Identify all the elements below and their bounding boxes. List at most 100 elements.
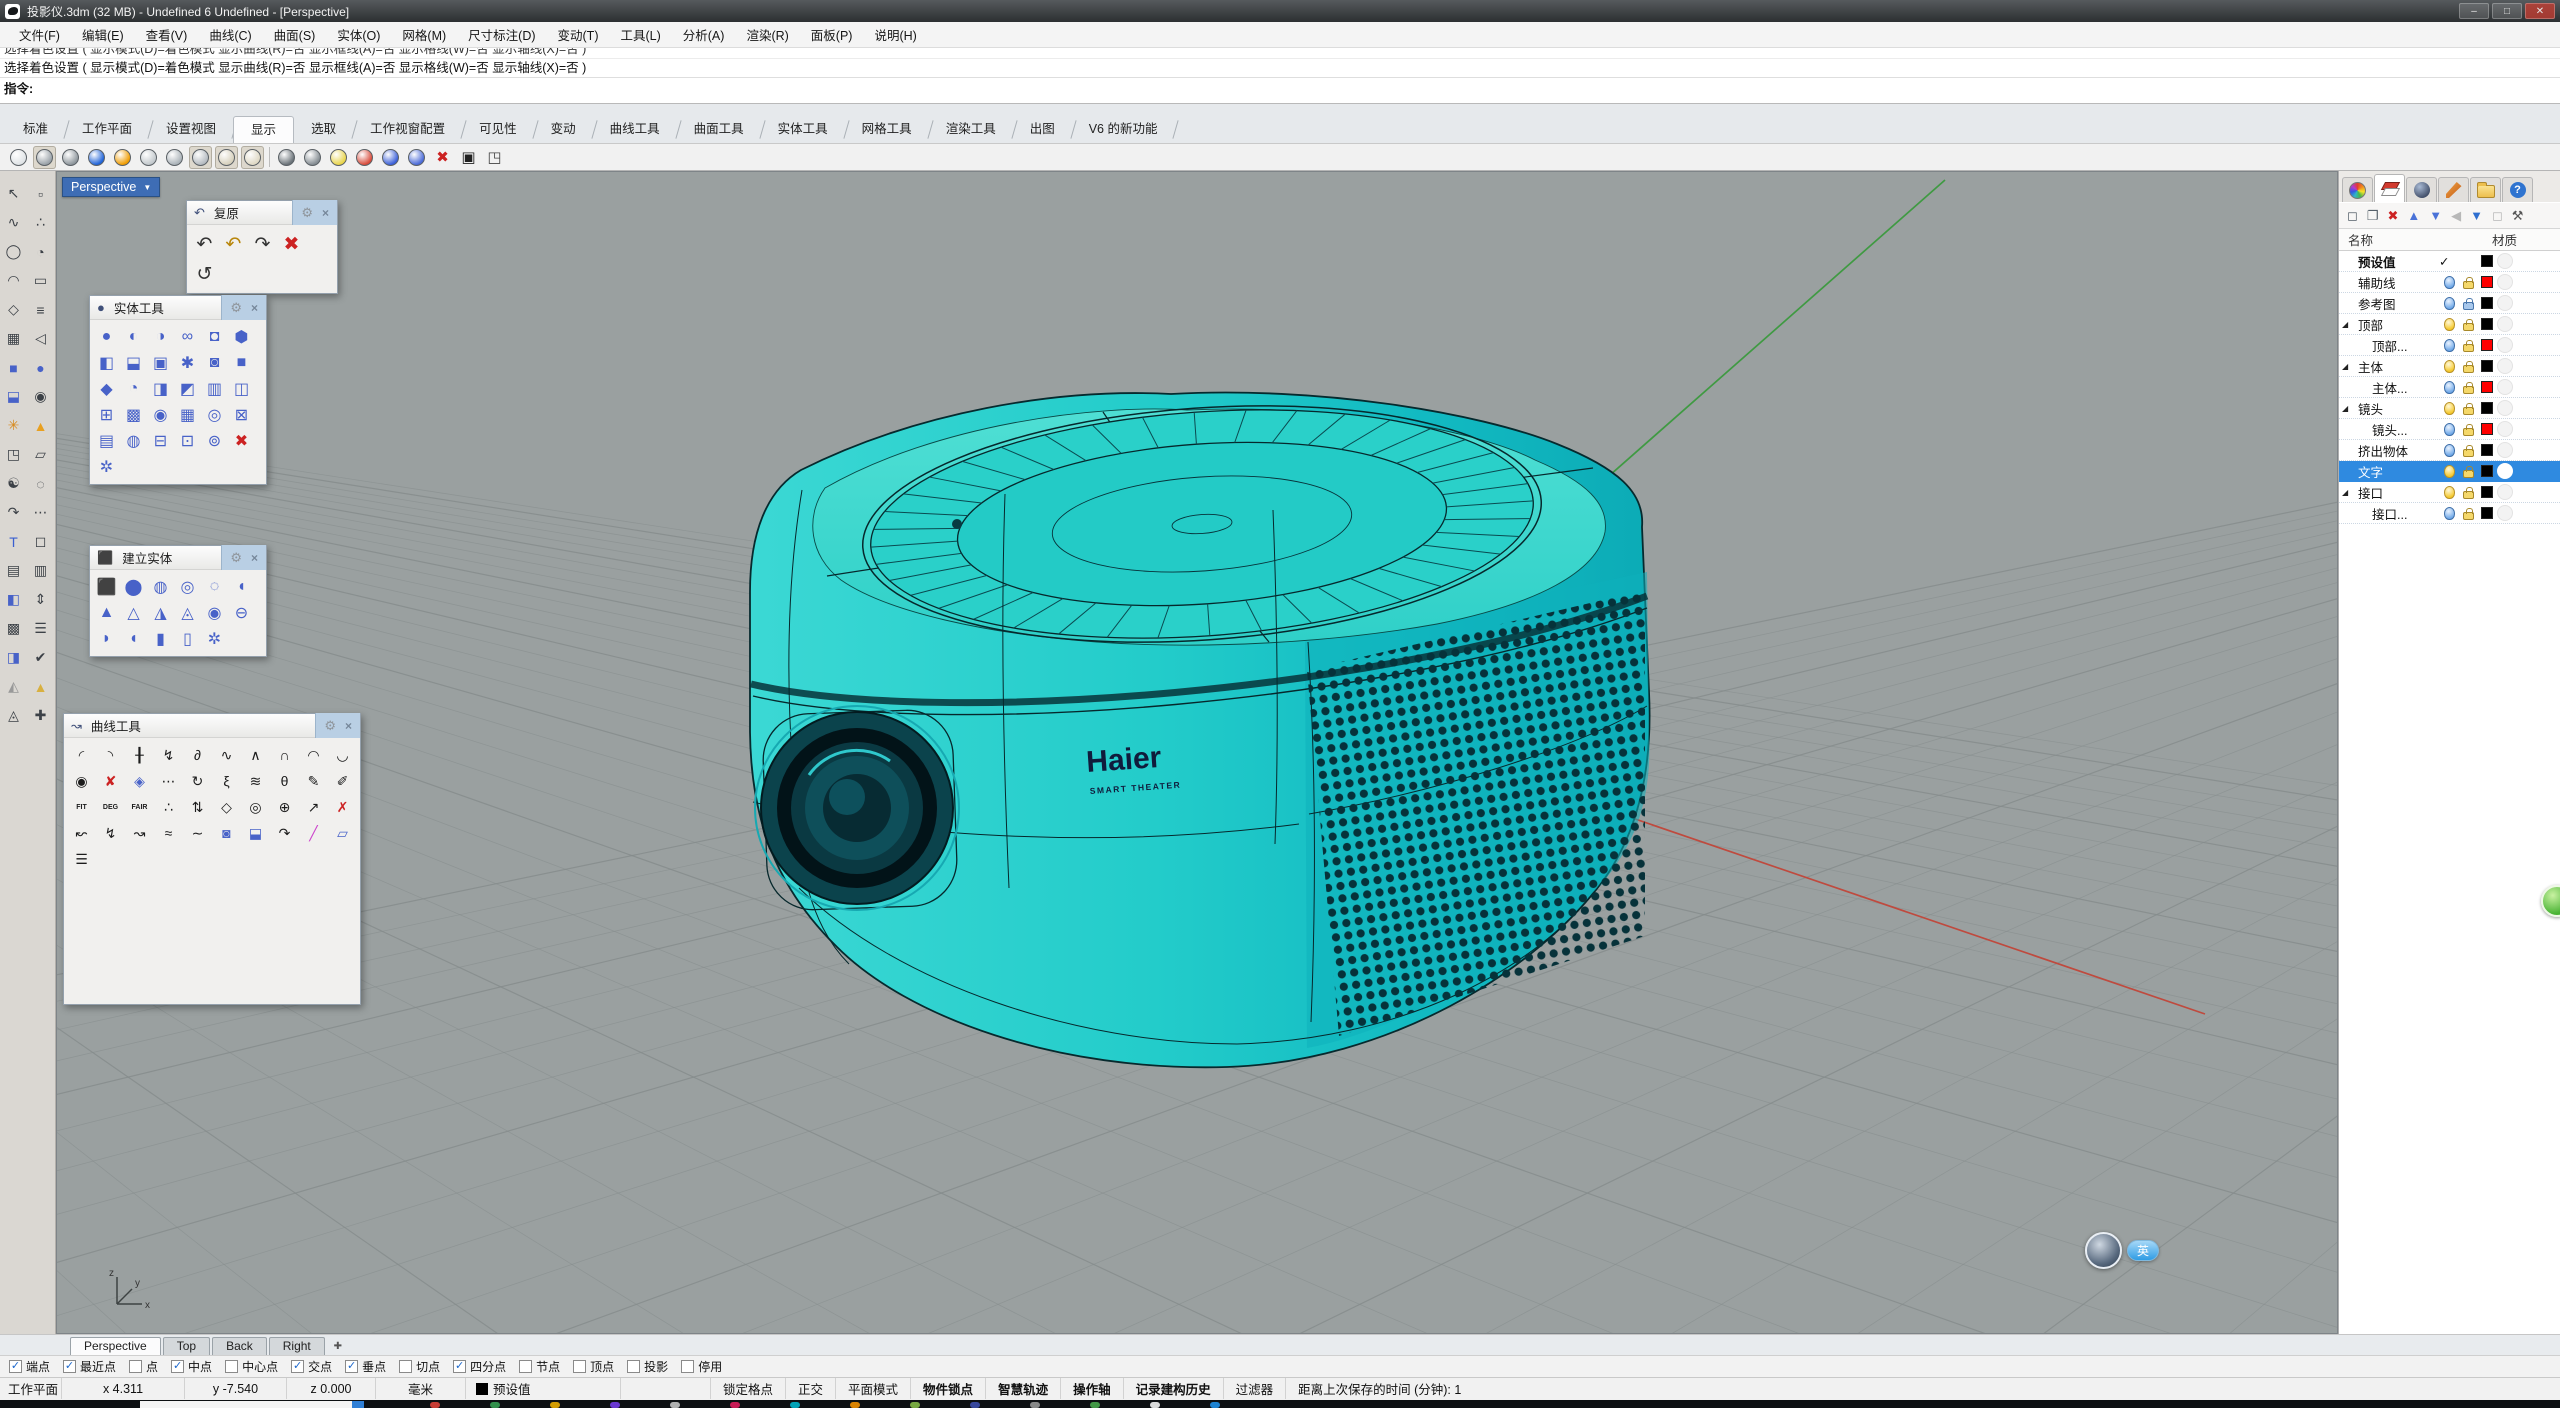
create-solid-icon[interactable]: ◖ xyxy=(120,626,147,652)
panel-tab[interactable] xyxy=(2342,177,2373,202)
display-mode-icon[interactable] xyxy=(33,146,56,169)
menu-item[interactable]: 曲面(S) xyxy=(263,25,327,44)
create-solid-icon[interactable]: ✲ xyxy=(201,626,228,652)
gear-icon[interactable]: ⚙ xyxy=(324,718,336,734)
minimize-button[interactable]: – xyxy=(2459,3,2489,19)
create-solid-icon[interactable]: ◉ xyxy=(201,600,228,626)
tool-icon[interactable]: ◠ xyxy=(0,266,27,295)
layer-toolbar-icon[interactable]: ❐ xyxy=(2367,209,2379,222)
osnap-checkbox[interactable]: ✓ xyxy=(63,1360,76,1373)
curve-tool-icon[interactable]: ◈ xyxy=(125,768,154,794)
panel-tab[interactable] xyxy=(2470,177,2501,202)
tool-icon[interactable]: ▲ xyxy=(27,672,54,701)
toolbar-tab[interactable]: 变动 xyxy=(534,116,593,143)
layer-lock-icon[interactable] xyxy=(2463,323,2474,331)
menu-item[interactable]: 工具(L) xyxy=(609,25,671,44)
solid-tool-icon[interactable]: ◑ xyxy=(147,324,174,350)
create-solids-titlebar[interactable]: ⬛ 建立实体 ⚙× xyxy=(90,546,266,570)
solid-tool-icon[interactable]: ⊠ xyxy=(228,402,255,428)
osnap-checkbox[interactable]: ✓ xyxy=(681,1360,694,1373)
display-mode-icon[interactable] xyxy=(353,146,376,169)
layer-material-circle[interactable] xyxy=(2497,505,2513,521)
layer-row[interactable]: ◢ 主体... ✓ xyxy=(2339,377,2560,398)
layer-row[interactable]: ◢ 挤出物体 ✓ xyxy=(2339,440,2560,461)
toolbar-tab[interactable]: 实体工具 xyxy=(761,116,845,143)
osnap-option[interactable]: ✓ 投影 xyxy=(627,1358,668,1375)
display-mode-icon[interactable] xyxy=(405,146,428,169)
toolbar-tab[interactable]: 曲面工具 xyxy=(677,116,761,143)
curve-tool-icon[interactable]: ◜ xyxy=(67,742,96,768)
layer-visibility-bulb-icon[interactable] xyxy=(2444,402,2455,415)
solid-tool-icon[interactable]: ◎ xyxy=(201,402,228,428)
command-prompt[interactable]: 指令: xyxy=(0,78,2560,103)
solid-tool-icon[interactable]: ⊞ xyxy=(93,402,120,428)
menu-item[interactable]: 编辑(E) xyxy=(71,25,135,44)
layer-toolbar-icon[interactable]: ◻ xyxy=(2347,209,2358,222)
current-layer-indicator[interactable]: 预设值 xyxy=(466,1378,621,1399)
curve-tool-icon[interactable]: FAIR xyxy=(125,794,154,820)
curve-tool-icon[interactable]: ╂ xyxy=(125,742,154,768)
toolbar-tab[interactable]: 工作视窗配置 xyxy=(353,116,462,143)
layer-color-swatch[interactable] xyxy=(2481,402,2493,414)
solid-tool-icon[interactable]: ⬓ xyxy=(120,350,147,376)
layer-lock-icon[interactable] xyxy=(2463,302,2474,310)
display-mode-icon[interactable] xyxy=(379,146,402,169)
curve-tool-icon[interactable]: ◇ xyxy=(212,794,241,820)
undo-panel-titlebar[interactable]: ↶ 复原 ⚙× xyxy=(187,201,337,225)
layer-visibility-bulb-icon[interactable] xyxy=(2444,297,2455,310)
layer-row[interactable]: ◢ 镜头 ✓ xyxy=(2339,398,2560,419)
solid-tool-icon[interactable]: ◨ xyxy=(147,376,174,402)
undo-tool-icon[interactable]: ✖ xyxy=(277,229,306,259)
layer-visibility-bulb-icon[interactable] xyxy=(2444,381,2455,394)
tool-icon[interactable]: ✔ xyxy=(27,643,54,672)
curve-tool-icon[interactable]: ⬓ xyxy=(241,820,270,846)
layer-toolbar-icon[interactable]: ◀ xyxy=(2451,209,2461,222)
tool-icon[interactable]: ⋯ xyxy=(27,498,54,527)
create-solid-icon[interactable]: ◮ xyxy=(147,600,174,626)
tree-expand-icon[interactable]: ◢ xyxy=(2342,320,2348,329)
viewport-tab[interactable]: Right xyxy=(269,1337,325,1355)
layer-material-circle[interactable] xyxy=(2497,463,2513,479)
layer-color-swatch[interactable] xyxy=(2481,276,2493,288)
menu-item[interactable]: 渲染(R) xyxy=(735,25,799,44)
gear-icon[interactable]: ⚙ xyxy=(230,300,242,316)
tool-icon[interactable]: ▥ xyxy=(27,556,54,585)
layer-row[interactable]: ◢ 接口... ✓ xyxy=(2339,503,2560,524)
solid-tool-icon[interactable]: ✱ xyxy=(174,350,201,376)
layer-material-circle[interactable] xyxy=(2497,379,2513,395)
solid-tool-icon[interactable]: ⊟ xyxy=(147,428,174,454)
tool-icon[interactable]: ⬓ xyxy=(0,382,27,411)
osnap-checkbox[interactable]: ✓ xyxy=(171,1360,184,1373)
osnap-option[interactable]: ✓ 四分点 xyxy=(453,1358,506,1375)
toolbar-tab[interactable]: 渲染工具 xyxy=(929,116,1013,143)
tool-icon[interactable]: ◉ xyxy=(27,382,54,411)
solid-tool-icon[interactable]: ◫ xyxy=(228,376,255,402)
tool-icon[interactable]: ▫ xyxy=(27,179,54,208)
layer-row[interactable]: ◢ 文字 ✓ xyxy=(2339,461,2560,482)
layer-color-swatch[interactable] xyxy=(2481,297,2493,309)
layer-color-swatch[interactable] xyxy=(2481,339,2493,351)
curve-tool-icon[interactable]: ≈ xyxy=(154,820,183,846)
viewport-tab[interactable]: Back xyxy=(212,1337,267,1355)
menu-item[interactable]: 文件(F) xyxy=(8,25,71,44)
curve-tool-icon[interactable]: ↯ xyxy=(96,820,125,846)
solid-tool-icon[interactable]: ⬢ xyxy=(228,324,255,350)
layer-color-swatch[interactable] xyxy=(2481,423,2493,435)
curve-tool-icon[interactable]: FIT xyxy=(67,794,96,820)
curve-tool-icon[interactable]: ╱ xyxy=(299,820,328,846)
curve-tool-icon[interactable]: ✐ xyxy=(328,768,357,794)
layer-toolbar-icon[interactable]: ▼ xyxy=(2429,209,2442,222)
layer-lock-icon[interactable] xyxy=(2463,512,2474,520)
four-view-icon[interactable]: ✚ xyxy=(327,1337,349,1355)
layer-material-circle[interactable] xyxy=(2497,295,2513,311)
tool-icon[interactable]: ∿ xyxy=(0,208,27,237)
create-solid-icon[interactable]: ▲ xyxy=(93,600,120,626)
status-toggle[interactable]: 正交 xyxy=(786,1378,836,1399)
layer-color-swatch[interactable] xyxy=(2481,381,2493,393)
layer-row[interactable]: ◢ 参考图 ✓ xyxy=(2339,293,2560,314)
curve-tool-icon[interactable]: θ xyxy=(270,768,299,794)
layer-material-circle[interactable] xyxy=(2497,337,2513,353)
layer-material-circle[interactable] xyxy=(2497,400,2513,416)
menu-item[interactable]: 实体(O) xyxy=(326,25,391,44)
solid-tool-icon[interactable]: ◍ xyxy=(120,428,147,454)
